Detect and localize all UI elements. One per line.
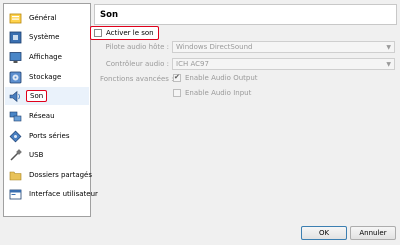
serial-ports-icon (9, 130, 22, 143)
page-title: Son (94, 4, 397, 25)
sidebar-item-label: USB (29, 151, 44, 159)
chevron-down-icon: ▼ (386, 61, 391, 68)
sidebar-item-general[interactable]: Général (5, 9, 89, 27)
chevron-down-icon: ▼ (386, 44, 391, 51)
advanced-label: Fonctions avancées : (100, 75, 174, 83)
storage-icon (9, 71, 22, 84)
sidebar-item-label: Affichage (29, 53, 62, 61)
audio-icon (9, 90, 22, 103)
host-driver-label: Pilote audio hôte : (105, 43, 170, 51)
cancel-button[interactable]: Annuler (350, 226, 396, 240)
sidebar-item-label: Dossiers partagés (29, 171, 93, 179)
controller-label: Contrôleur audio : (105, 60, 169, 68)
system-icon (9, 31, 22, 44)
checkbox-box[interactable] (173, 89, 181, 97)
sidebar-item-user-interface[interactable]: Interface utilisateur (5, 185, 98, 203)
enable-audio-input-checkbox[interactable]: Enable Audio Input (173, 89, 251, 97)
sidebar-item-usb[interactable]: USB (5, 146, 89, 164)
controller-select[interactable]: ICH AC97 ▼ (172, 58, 395, 70)
ok-button[interactable]: OK (301, 226, 347, 240)
enable-input-label: Enable Audio Input (185, 89, 252, 97)
sidebar-item-label: Système (29, 33, 60, 41)
sidebar-item-label: Général (29, 14, 57, 22)
network-icon (9, 110, 22, 123)
sidebar-item-serial-ports[interactable]: Ports séries (5, 127, 89, 145)
sidebar-item-shared-folders[interactable]: Dossiers partagés (5, 166, 93, 184)
shared-folders-icon (9, 169, 22, 182)
checkbox-box[interactable] (94, 29, 102, 37)
host-driver-select[interactable]: Windows DirectSound ▼ (172, 41, 395, 53)
display-icon (9, 51, 22, 64)
controller-value: ICH AC97 (176, 60, 209, 68)
sidebar-item-system[interactable]: Système (5, 28, 89, 46)
host-driver-value: Windows DirectSound (176, 43, 253, 51)
sidebar-item-audio[interactable]: Son (5, 87, 89, 105)
settings-sidebar: Général Système Affichage Stockage Son R… (3, 3, 98, 217)
user-interface-icon (9, 188, 22, 201)
general-icon (9, 12, 22, 25)
sidebar-item-storage[interactable]: Stockage (5, 68, 89, 86)
enable-audio-checkbox[interactable]: Activer le son (90, 26, 159, 40)
sidebar-item-network[interactable]: Réseau (5, 107, 89, 125)
enable-output-label: Enable Audio Output (185, 74, 258, 82)
sidebar-item-label: Stockage (29, 73, 62, 81)
usb-icon (9, 148, 22, 162)
sidebar-item-label: Réseau (29, 112, 55, 120)
sidebar-item-label: Interface utilisateur (29, 190, 98, 198)
checkbox-box[interactable] (173, 73, 181, 82)
sidebar-item-display[interactable]: Affichage (5, 48, 89, 66)
enable-audio-output-checkbox[interactable]: Enable Audio Output (173, 73, 258, 82)
sidebar-item-label: Son (26, 90, 48, 102)
sidebar-item-label: Ports séries (29, 132, 70, 140)
enable-audio-label: Activer le son (106, 29, 154, 37)
